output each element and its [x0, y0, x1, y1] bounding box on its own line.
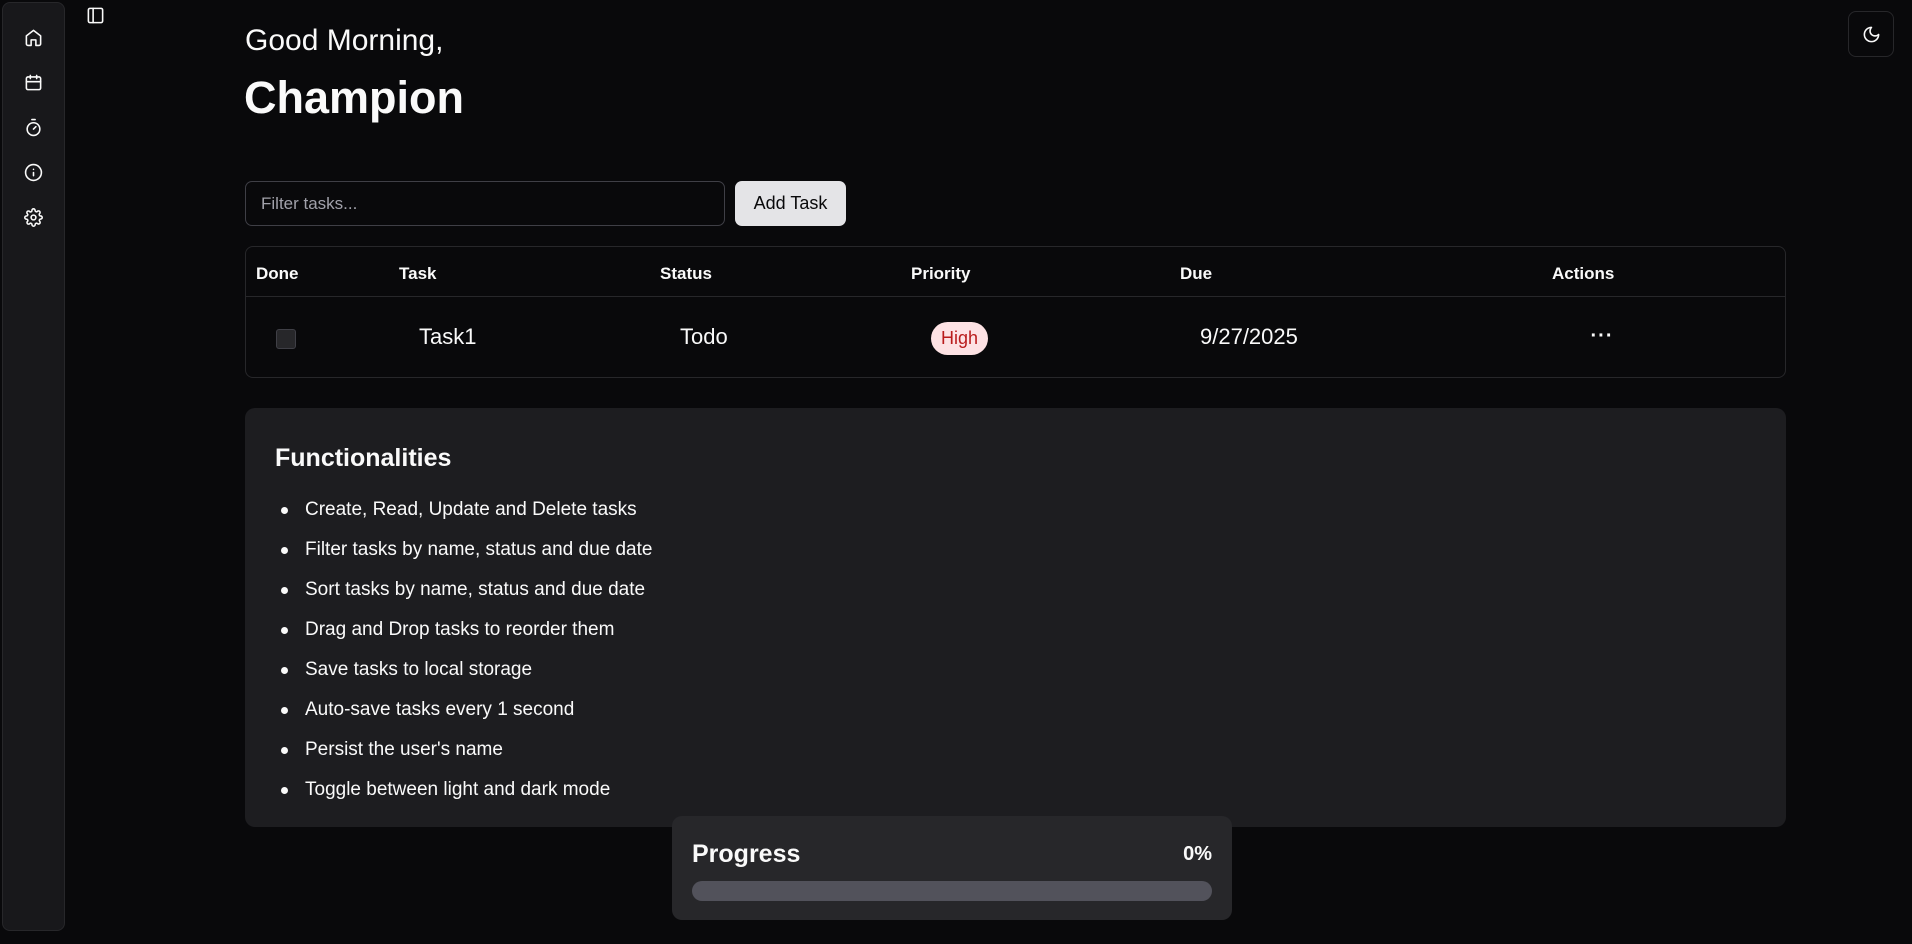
column-header-status[interactable]: Status	[660, 264, 712, 284]
column-header-due[interactable]: Due	[1180, 264, 1212, 284]
list-item: Create, Read, Update and Delete tasks	[280, 490, 652, 530]
list-item: Drag and Drop tasks to reorder them	[280, 610, 652, 650]
list-item: Persist the user's name	[280, 730, 652, 770]
list-item: Save tasks to local storage	[280, 650, 652, 690]
sidebar-item-info[interactable]	[16, 154, 52, 190]
progress-card: Progress 0%	[672, 816, 1232, 920]
info-icon	[24, 163, 43, 181]
calendar-icon	[25, 74, 42, 90]
functionalities-card: Functionalities Create, Read, Update and…	[245, 408, 1786, 827]
progress-bar	[692, 881, 1212, 901]
column-header-task[interactable]: Task	[399, 264, 437, 284]
sidebar-toggle-button[interactable]	[83, 3, 107, 27]
column-header-done[interactable]: Done	[256, 264, 299, 284]
list-item: Toggle between light and dark mode	[280, 770, 652, 810]
user-name: Champion	[244, 72, 464, 123]
task-status-cell: Todo	[680, 324, 728, 349]
moon-icon	[1863, 26, 1879, 42]
home-icon	[25, 29, 42, 46]
list-item: Sort tasks by name, status and due date	[280, 570, 652, 610]
priority-badge: High	[931, 322, 989, 355]
timer-icon	[26, 118, 41, 136]
task-due-cell: 9/27/2025	[1200, 324, 1298, 349]
sidebar-item-timer[interactable]	[16, 109, 52, 145]
sidebar-item-settings[interactable]	[16, 199, 52, 235]
table-header: Done Task Status Priority Due Actions	[246, 247, 1785, 297]
panel-left-icon	[87, 7, 103, 23]
table-row[interactable]: Task1 Todo High 9/27/2025 ···	[246, 297, 1785, 377]
sidebar-item-calendar[interactable]	[16, 64, 52, 100]
list-item: Filter tasks by name, status and due dat…	[280, 530, 652, 570]
greeting-text: Good Morning,	[245, 24, 444, 57]
more-horizontal-icon: ···	[1590, 324, 1614, 347]
functionalities-list: Create, Read, Update and Delete tasks Fi…	[280, 490, 652, 810]
task-name-cell: Task1	[419, 324, 477, 349]
progress-percent: 0%	[1183, 843, 1212, 865]
done-checkbox[interactable]	[276, 329, 296, 349]
theme-toggle-button[interactable]	[1848, 11, 1894, 57]
column-header-priority[interactable]: Priority	[911, 264, 971, 284]
sidebar	[2, 2, 65, 931]
list-item: Auto-save tasks every 1 second	[280, 690, 652, 730]
task-table: Done Task Status Priority Due Actions Ta…	[245, 246, 1786, 378]
gear-icon	[24, 207, 43, 227]
progress-label: Progress	[692, 840, 801, 868]
row-actions-button[interactable]: ···	[1583, 321, 1621, 351]
filter-tasks-input[interactable]	[245, 181, 725, 226]
add-task-button[interactable]: Add Task	[735, 181, 846, 226]
column-header-actions: Actions	[1552, 264, 1615, 283]
functionalities-title: Functionalities	[275, 444, 452, 472]
sidebar-item-home[interactable]	[16, 19, 52, 55]
